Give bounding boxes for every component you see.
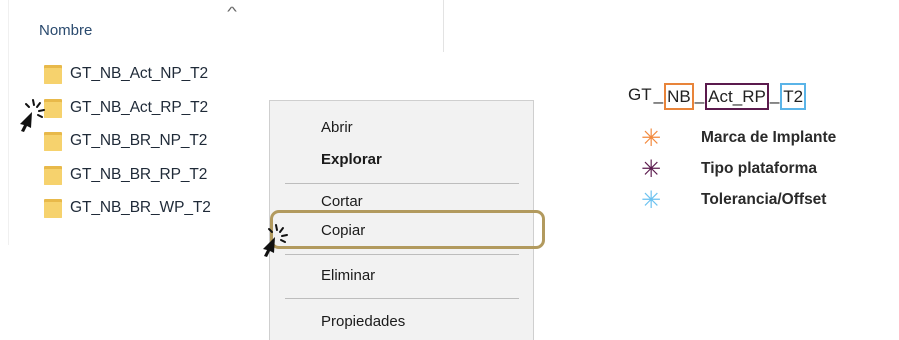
file-row[interactable]: GT_NB_BR_RP_T2 [44, 165, 211, 199]
column-header-name[interactable]: Nombre [39, 22, 92, 39]
menu-separator [285, 254, 519, 255]
code-separator: _ [653, 85, 664, 104]
file-name: GT_NB_BR_RP_T2 [70, 165, 208, 183]
asterisk-icon: ✳ [641, 123, 662, 152]
file-row[interactable]: GT_NB_BR_WP_T2 [44, 198, 211, 232]
file-row[interactable]: GT_NB_BR_NP_T2 [44, 131, 211, 165]
sort-ascending-icon[interactable]: ^ [227, 4, 237, 19]
code-separator: _ [769, 85, 780, 104]
legend-entry: ✳ Tolerancia/Offset [641, 184, 836, 215]
folder-icon [44, 131, 62, 151]
menu-item-cortar[interactable]: Cortar [321, 193, 363, 210]
code-segment-platform: Act_RP [705, 83, 769, 110]
folder-icon [44, 64, 62, 84]
legend-label: Tipo plataforma [701, 159, 817, 177]
asterisk-icon: ✳ [641, 185, 662, 214]
folder-icon [44, 198, 62, 218]
menu-separator [285, 298, 519, 299]
copiar-highlight [270, 210, 545, 249]
file-row[interactable]: GT_NB_Act_RP_T2 [44, 98, 211, 132]
legend-label: Marca de Implante [701, 128, 837, 146]
menu-item-eliminar[interactable]: Eliminar [321, 267, 375, 284]
file-name: GT_NB_BR_WP_T2 [70, 199, 211, 216]
legend-label: Tolerancia/Offset [701, 190, 827, 208]
code-breakdown: GT _ NB _ Act_RP _ T2 [627, 83, 807, 110]
click-cursor-icon [259, 223, 291, 257]
menu-item-abrir[interactable]: Abrir [321, 119, 353, 136]
code-segment-brand: NB [664, 83, 694, 110]
asterisk-icon: ✳ [641, 154, 662, 183]
file-name: GT_NB_Act_RP_T2 [70, 98, 209, 116]
menu-item-propiedades[interactable]: Propiedades [321, 313, 405, 330]
column-divider[interactable] [443, 0, 444, 52]
file-list: GT_NB_Act_NP_T2 GT_NB_Act_RP_T2 GT_NB_BR… [44, 64, 211, 232]
code-separator: _ [694, 85, 705, 104]
code-segment-tolerance: T2 [780, 83, 807, 110]
file-row[interactable]: GT_NB_Act_NP_T2 [44, 64, 211, 98]
code-segment-gt: GT [628, 85, 652, 104]
pane-edge [8, 0, 9, 245]
naming-legend: GT _ NB _ Act_RP _ T2 ✳ Marca de Implant… [615, 60, 899, 220]
menu-separator [285, 183, 519, 184]
file-name: GT_NB_Act_NP_T2 [70, 65, 209, 82]
legend-entry: ✳ Marca de Implante [641, 122, 836, 153]
legend-entry: ✳ Tipo plataforma [641, 153, 836, 184]
folder-icon [44, 165, 62, 185]
file-name: GT_NB_BR_NP_T2 [70, 132, 208, 149]
menu-item-explorar[interactable]: Explorar [321, 151, 382, 168]
click-cursor-icon [16, 98, 48, 132]
legend-list: ✳ Marca de Implante ✳ Tipo plataforma ✳ … [641, 122, 836, 215]
